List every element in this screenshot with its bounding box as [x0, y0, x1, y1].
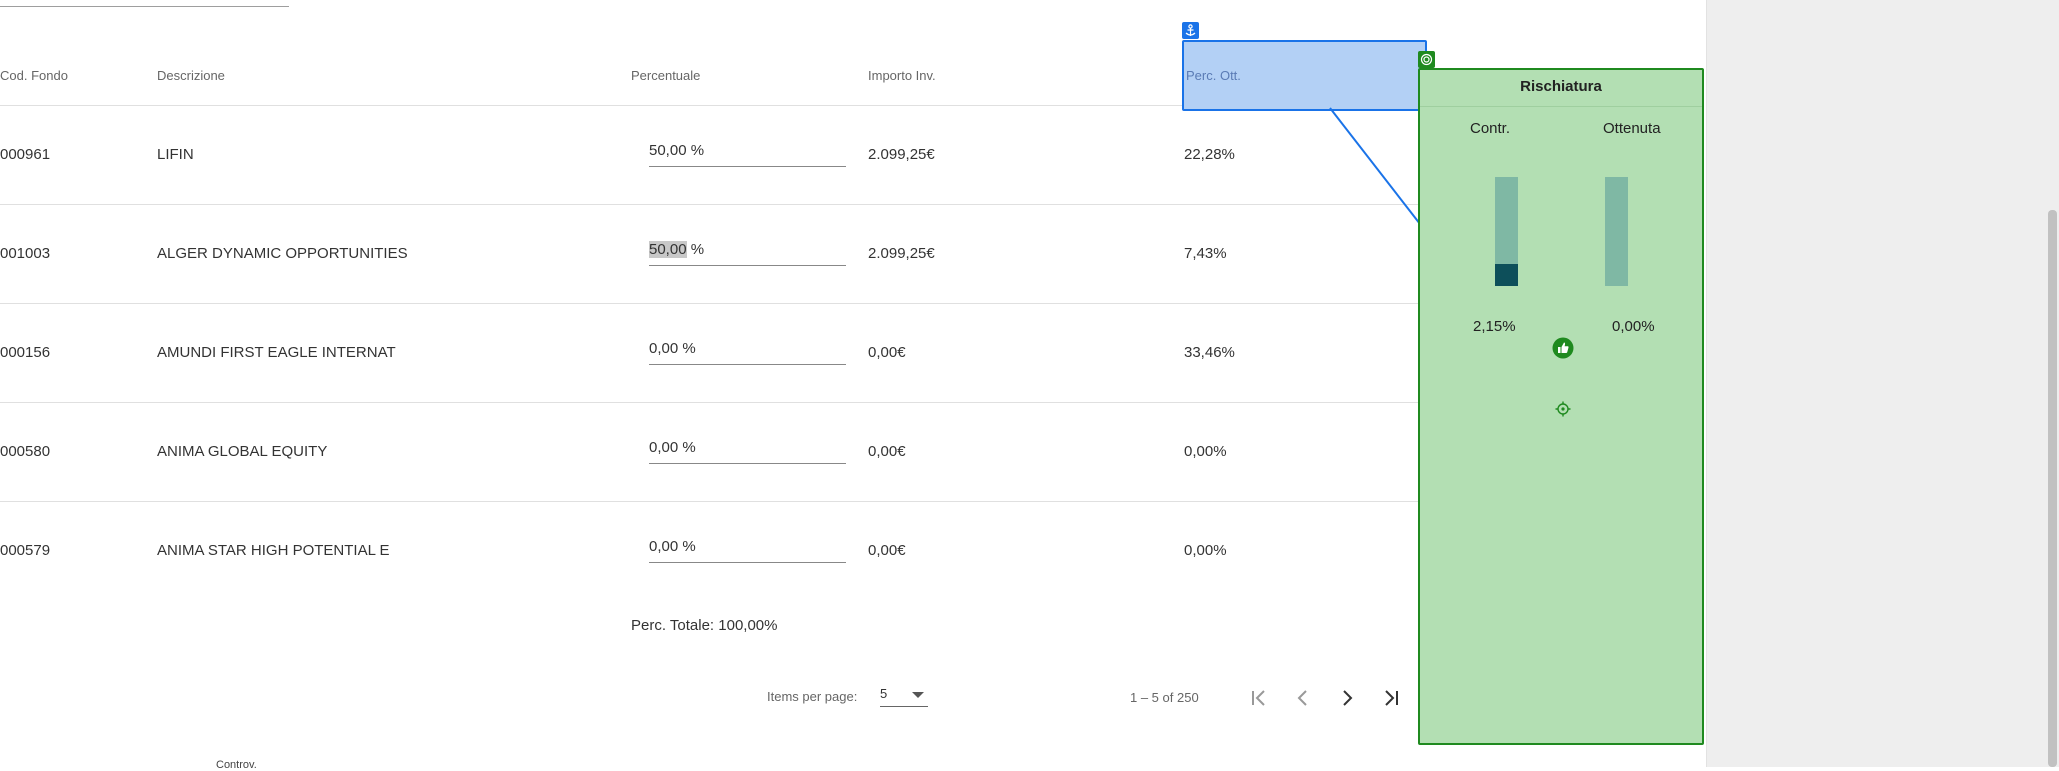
row-code: 000156: [0, 344, 51, 361]
row-description: AMUNDI FIRST EAGLE INTERNAT: [157, 344, 396, 361]
contr-bar: [1495, 177, 1518, 286]
percent-input[interactable]: 50,00 %: [649, 142, 846, 167]
next-page-icon: [1343, 690, 1353, 706]
prev-page-button[interactable]: [1286, 681, 1320, 715]
percent-unit: %: [690, 241, 705, 258]
row-description: LIFIN: [157, 146, 194, 163]
crosshair-icon[interactable]: [1555, 401, 1571, 417]
side-background: [1706, 0, 2059, 767]
first-page-button[interactable]: [1242, 681, 1276, 715]
row-divider: [0, 204, 1420, 205]
row-amount: 2.099,25€: [868, 146, 935, 163]
next-page-button[interactable]: [1330, 681, 1364, 715]
percent-unit: %: [682, 538, 696, 555]
panel-badge[interactable]: [1418, 51, 1435, 68]
percent-input[interactable]: 0,00 %: [649, 340, 846, 365]
percent-value: 0,00: [649, 439, 679, 456]
last-page-button[interactable]: [1374, 681, 1408, 715]
items-per-page-label: Items per page:: [767, 689, 858, 704]
header-perc-ott[interactable]: Perc. Ott.: [1186, 68, 1241, 83]
page-size-select[interactable]: 5: [880, 686, 928, 707]
row-description: ANIMA STAR HIGH POTENTIAL E: [157, 542, 390, 559]
top-field-underline: [0, 6, 289, 7]
percent-value: 50,00: [649, 142, 687, 159]
percent-value-selected: 50,00: [649, 241, 687, 258]
contr-bar-fill: [1495, 264, 1518, 286]
header-importo-inv[interactable]: Importo Inv.: [868, 68, 936, 83]
anchor-icon: [1185, 24, 1196, 36]
header-descrizione[interactable]: Descrizione: [157, 68, 225, 83]
target-badge-icon: [1420, 53, 1433, 66]
percent-value: 0,00: [649, 538, 679, 555]
first-page-icon: [1252, 690, 1265, 706]
prev-page-icon: [1297, 690, 1307, 706]
row-perc-ott: 7,43%: [1184, 245, 1227, 262]
percent-input[interactable]: 0,00 %: [649, 538, 846, 563]
row-description: ALGER DYNAMIC OPPORTUNITIES: [157, 245, 408, 262]
panel-divider: [1420, 106, 1702, 107]
percent-value: 0,00: [649, 340, 679, 357]
header-cod-fondo[interactable]: Cod. Fondo: [0, 68, 68, 83]
row-code: 001003: [0, 245, 51, 262]
row-amount: 0,00€: [868, 344, 906, 361]
row-perc-ott: 22,28%: [1184, 146, 1235, 163]
row-code: 000961: [0, 146, 51, 163]
panel-title: Rischiatura: [1520, 78, 1602, 95]
row-amount: 0,00€: [868, 542, 906, 559]
percent-unit: %: [690, 142, 705, 159]
ottenuta-bar: [1605, 177, 1628, 286]
row-perc-ott: 33,46%: [1184, 344, 1235, 361]
page-range: 1 – 5 of 250: [1130, 690, 1199, 705]
anchor-highlight-box[interactable]: Perc. Ott.: [1182, 40, 1427, 111]
total-percentage: Perc. Totale: 100,00%: [631, 617, 778, 634]
col-right-label: Ottenuta: [1603, 120, 1661, 137]
percent-input[interactable]: 50,00 %: [649, 241, 846, 266]
col-left-label: Contr.: [1470, 120, 1511, 137]
row-code: 000579: [0, 542, 51, 559]
row-divider: [0, 501, 1420, 502]
row-perc-ott: 0,00%: [1184, 542, 1227, 559]
percent-input[interactable]: 0,00 %: [649, 439, 846, 464]
page-size-value: 5: [880, 686, 888, 701]
row-amount: 2.099,25€: [868, 245, 935, 262]
row-divider: [0, 402, 1420, 403]
row-perc-ott: 0,00%: [1184, 443, 1227, 460]
dropdown-arrow-icon: [912, 692, 924, 698]
last-page-icon: [1385, 690, 1398, 706]
header-percentuale[interactable]: Percentuale: [631, 68, 700, 83]
row-code: 000580: [0, 443, 51, 460]
ottenuta-value: 0,00%: [1612, 318, 1655, 335]
footer-label: Controv.: [216, 759, 257, 771]
percent-unit: %: [682, 439, 696, 456]
percent-unit: %: [682, 340, 696, 357]
anchor-badge[interactable]: [1182, 22, 1199, 39]
scrollbar-thumb[interactable]: [2048, 210, 2057, 767]
row-divider: [0, 303, 1420, 304]
contr-value: 2,15%: [1473, 318, 1516, 335]
rischiatura-panel: Rischiatura Contr. Ottenuta 2,15% 0,00%: [1418, 68, 1704, 745]
thumbs-up-icon: [1552, 337, 1574, 359]
row-amount: 0,00€: [868, 443, 906, 460]
row-description: ANIMA GLOBAL EQUITY: [157, 443, 328, 460]
